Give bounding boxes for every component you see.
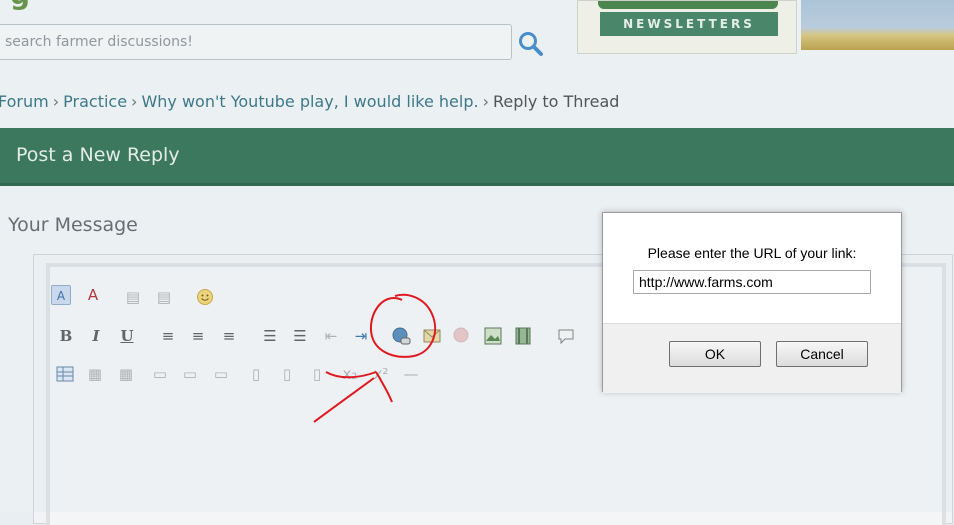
insert-link-dialog: Please enter the URL of your link: OK Ca… — [602, 212, 902, 393]
forum-page: g search farmer discussions! NEWSLETTERS… — [0, 0, 954, 525]
url-input[interactable] — [633, 270, 871, 294]
dialog-prompt: Please enter the URL of your link: — [647, 245, 857, 261]
ok-button[interactable]: OK — [669, 341, 761, 367]
dialog-footer: OK Cancel — [603, 323, 901, 393]
cancel-button[interactable]: Cancel — [776, 341, 868, 367]
